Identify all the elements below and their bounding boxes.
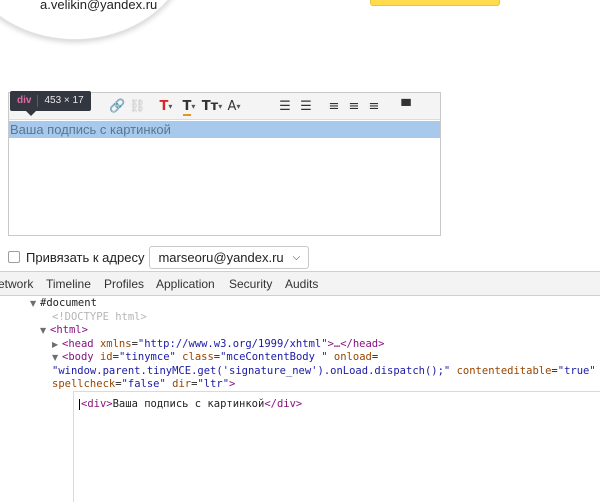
font-family-icon[interactable]: A▾: [224, 98, 244, 115]
address-select-value: marseoru@yandex.ru: [158, 249, 284, 265]
tab-network[interactable]: etwork: [0, 272, 33, 296]
bind-address-row: Привязать к адресу marseoru@yandex.ru ⌵: [8, 245, 310, 269]
tab-security[interactable]: Security: [229, 272, 272, 296]
text-color-icon[interactable]: T▾: [155, 98, 177, 115]
align-left-icon[interactable]: ≡: [326, 98, 342, 115]
signature-editor[interactable]: 🔗 ⛓ T▾ T▾ Tт▾ A▾ ☰ ☰ ≡ ≡ ≡ ▀ Ваша подпис…: [8, 92, 441, 236]
dom-node-head[interactable]: ▶ <head xmlns="http://www.w3.org/1999/xht…: [52, 338, 384, 352]
account-email: a.velikin@yandex.ru: [40, 0, 158, 12]
tab-application[interactable]: Application: [156, 272, 215, 296]
expanded-triangle-icon[interactable]: ▼: [52, 351, 62, 365]
edit-html-line[interactable]: <div>Ваша подпись с картинкой</div>: [79, 398, 302, 410]
dom-node-body-attrs[interactable]: "window.parent.tinyMCE.get('signature_ne…: [52, 365, 596, 379]
tooltip-arrow: [26, 111, 36, 116]
tab-audits[interactable]: Audits: [285, 272, 318, 296]
link-icon[interactable]: 🔗: [109, 98, 125, 115]
unlink-icon[interactable]: ⛓: [129, 98, 146, 115]
chevron-down-icon: ⌵: [292, 251, 301, 263]
tooltip-tag: div: [17, 95, 32, 106]
save-button-edge[interactable]: [370, 0, 500, 6]
dom-node-doctype[interactable]: <!DOCTYPE html>: [52, 311, 147, 325]
tab-timeline[interactable]: Timeline: [46, 272, 91, 296]
bullet-list-icon[interactable]: ☰: [277, 98, 293, 115]
bind-address-label[interactable]: Привязать к адресу: [26, 250, 144, 265]
expanded-triangle-icon[interactable]: ▼: [30, 297, 40, 311]
dom-node-body-attrs-2[interactable]: spellcheck="false" dir="ltr">: [52, 378, 235, 392]
dom-node-body[interactable]: ▼ <body id="tinymce" class="mceContentBod…: [52, 351, 378, 365]
expanded-triangle-icon[interactable]: ▼: [40, 324, 50, 338]
align-right-icon[interactable]: ≡: [366, 98, 382, 115]
signature-text[interactable]: Ваша подпись с картинкой: [9, 121, 440, 138]
page: a.velikin@yandex.ru 🔗 ⛓ T▾ T▾ Tт▾ A▾ ☰ ☰…: [0, 0, 600, 502]
address-select[interactable]: marseoru@yandex.ru ⌵: [149, 245, 310, 269]
bind-address-checkbox[interactable]: [8, 251, 20, 263]
devtools-tabbar: etwork Timeline Profiles Application Sec…: [0, 272, 600, 296]
dom-node-html[interactable]: ▼ <html>: [40, 324, 88, 338]
collapsed-triangle-icon[interactable]: ▶: [52, 338, 62, 352]
edit-as-html-panel[interactable]: <div>Ваша подпись с картинкой</div>: [73, 391, 600, 502]
inspect-tooltip: div 453 × 17: [10, 91, 91, 111]
tab-profiles[interactable]: Profiles: [104, 272, 144, 296]
tooltip-dimensions: 453 × 17: [44, 95, 84, 106]
font-size-icon[interactable]: Tт▾: [200, 98, 224, 115]
text-cursor: [79, 398, 80, 410]
editor-content-area[interactable]: Ваша подпись с картинкой: [9, 121, 440, 235]
dom-node-document[interactable]: ▼ #document: [30, 297, 97, 311]
numbered-list-icon[interactable]: ☰: [298, 98, 314, 115]
dom-tree: ▼ #document <!DOCTYPE html> ▼ <html> ▶ <hea…: [0, 297, 600, 392]
align-center-icon[interactable]: ≡: [346, 98, 362, 115]
text-background-icon[interactable]: T▾: [178, 98, 200, 116]
format-painter-icon[interactable]: ▀: [398, 98, 414, 115]
